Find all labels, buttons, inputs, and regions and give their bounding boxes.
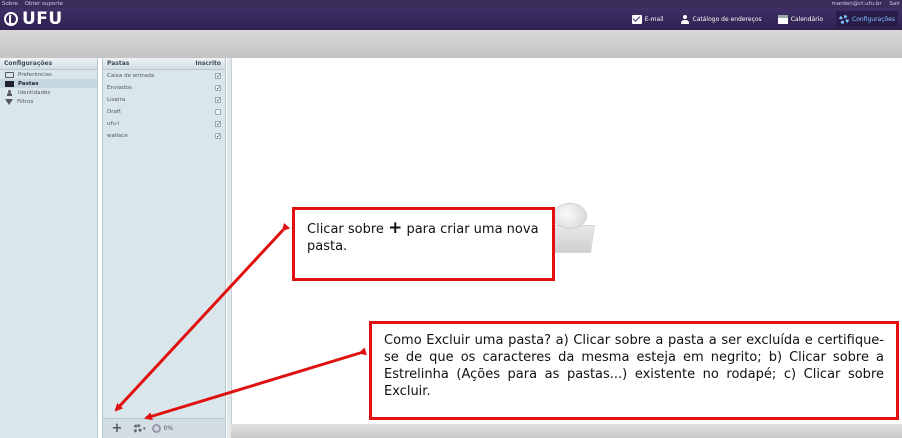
folder-row-sent[interactable]: Enviados ✓ <box>103 82 225 94</box>
callout-create-text-a: Clicar sobre <box>307 222 384 237</box>
folder-row-trash[interactable]: Lixeira ✓ <box>103 94 225 106</box>
folder-icon <box>5 80 14 87</box>
ufu-logo[interactable]: UFU <box>4 9 63 29</box>
nav-email-label: E-mail <box>644 15 664 23</box>
app-header: UFU E-mail Catálogo de endereços Calendá… <box>0 8 902 30</box>
quota-ring-icon <box>151 424 161 433</box>
nav-settings-label: Configurações <box>852 15 895 23</box>
settings-item-label: Identidades <box>18 89 51 96</box>
plus-icon: + <box>388 218 403 238</box>
folder-row-wallace[interactable]: wallace ✓ <box>103 130 225 142</box>
settings-item-label: Filtros <box>17 98 34 105</box>
user-email: marden@ct.ufu.br <box>831 1 882 7</box>
person-icon <box>680 14 690 24</box>
logo-text: UFU <box>22 9 63 29</box>
nav-calendar-label: Calendário <box>790 15 824 23</box>
folders-title: Pastas <box>107 60 130 67</box>
settings-item-label: Pastas <box>18 80 39 87</box>
subscribed-column-header: Inscrito <box>195 60 221 67</box>
nav-address-book[interactable]: Catálogo de endereços <box>677 11 765 27</box>
folder-row-draft[interactable]: Draft <box>103 106 225 118</box>
support-link[interactable]: Obter suporte <box>25 1 63 7</box>
nav-calendar[interactable]: Calendário <box>775 11 826 27</box>
filter-icon <box>5 98 13 105</box>
subscribed-checkbox[interactable]: ✓ <box>215 85 221 92</box>
subscribed-checkbox[interactable]: ✓ <box>215 73 221 80</box>
folder-name: wallace <box>107 133 128 139</box>
settings-item-identities[interactable]: Identidades <box>0 88 97 97</box>
identity-icon <box>5 89 14 96</box>
content-footer <box>231 424 902 438</box>
preferences-icon <box>5 71 14 78</box>
ufu-logo-icon <box>4 12 18 26</box>
subscribed-checkbox[interactable]: ✓ <box>215 97 221 104</box>
subscribed-checkbox[interactable]: ✓ <box>215 121 221 128</box>
folder-name: ufu-l <box>107 121 120 127</box>
nav-email[interactable]: E-mail <box>629 11 667 27</box>
add-folder-button[interactable]: + <box>111 422 123 435</box>
folder-name: Draft <box>107 109 121 115</box>
nav-address-book-label: Catálogo de endereços <box>692 15 762 23</box>
toolbar-band <box>0 30 902 58</box>
folders-header: Pastas Inscrito <box>103 58 225 70</box>
callout-delete-folder: Como Excluir uma pasta? a) Clicar sobre … <box>369 321 899 420</box>
subscribed-checkbox[interactable] <box>215 109 221 115</box>
folder-row-ufu-l[interactable]: ufu-l ✓ <box>103 118 225 130</box>
calendar-icon <box>777 14 788 24</box>
folder-name: Enviados <box>107 85 132 91</box>
folders-footer: + ▾ 0% <box>103 418 225 438</box>
subscribed-checkbox[interactable]: ✓ <box>215 133 221 140</box>
quota-indicator: 0% <box>151 424 174 433</box>
settings-item-folders[interactable]: Pastas <box>0 79 97 88</box>
top-strip: Sobre Obter suporte marden@ct.ufu.br Sai… <box>0 0 902 8</box>
settings-item-preferences[interactable]: Preferências <box>0 70 97 79</box>
settings-panel: Configurações Preferências Pastas Identi… <box>0 58 98 438</box>
folders-panel: Pastas Inscrito Caixa de entrada ✓ Envia… <box>102 58 226 438</box>
settings-item-filters[interactable]: Filtros <box>0 97 97 106</box>
settings-title: Configurações <box>0 58 97 70</box>
folder-row-inbox[interactable]: Caixa de entrada ✓ <box>103 70 225 82</box>
chevron-down-icon[interactable]: ▾ <box>143 426 146 432</box>
callout-create-folder: Clicar sobre + para criar uma nova pasta… <box>292 207 555 281</box>
folder-name: Lixeira <box>107 97 126 103</box>
gear-icon <box>839 14 850 24</box>
logout-link[interactable]: Sair <box>889 1 900 7</box>
main-nav: E-mail Catálogo de endereços Calendário … <box>619 11 898 27</box>
folder-actions-gear-icon[interactable] <box>133 424 142 433</box>
settings-item-label: Preferências <box>18 71 52 78</box>
nav-settings[interactable]: Configurações <box>836 11 898 27</box>
folder-name: Caixa de entrada <box>107 73 155 79</box>
about-link[interactable]: Sobre <box>2 1 18 7</box>
quota-value: 0% <box>163 425 174 432</box>
mail-icon <box>631 14 642 24</box>
